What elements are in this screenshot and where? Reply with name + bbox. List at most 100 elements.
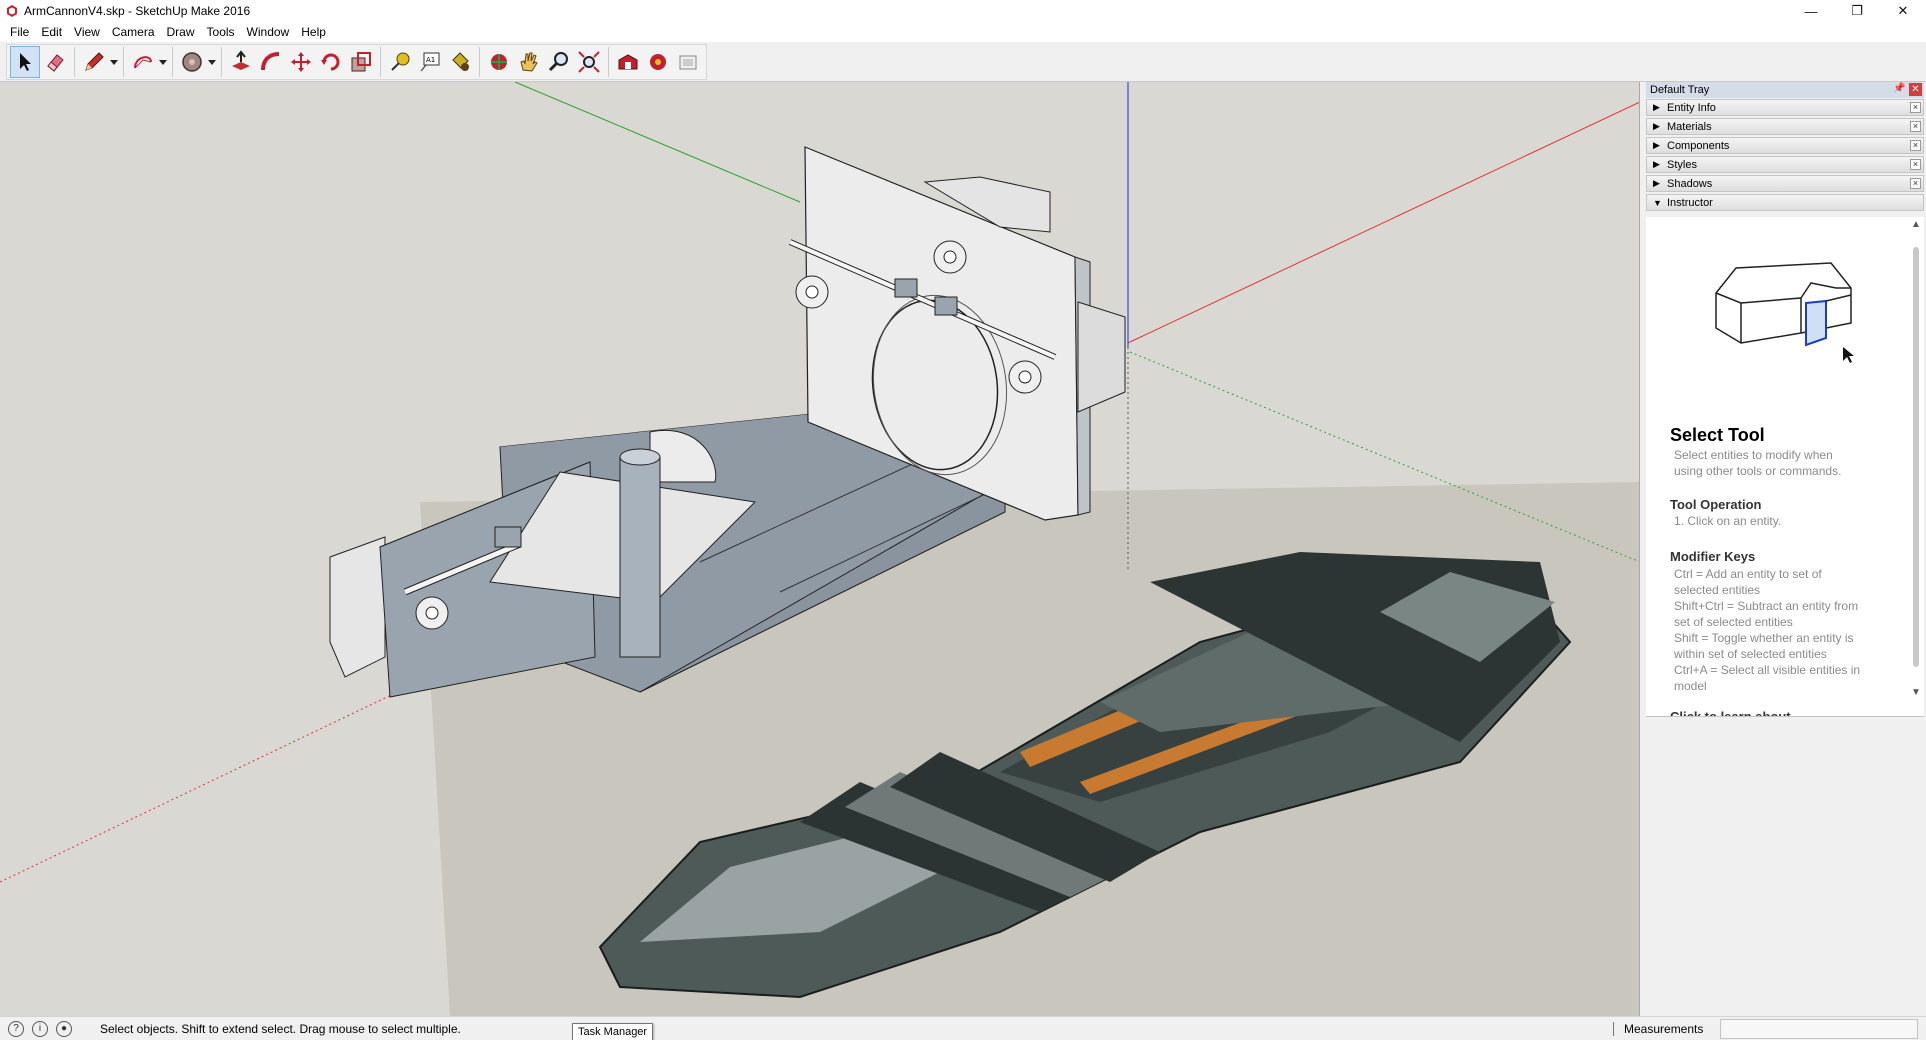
instructor-content: Select Tool Select entities to modify wh… xyxy=(1646,217,1924,717)
panel-close-icon[interactable]: × xyxy=(1910,121,1921,132)
paint-bucket-tool-button[interactable] xyxy=(445,46,475,78)
tape-measure-tool-button[interactable] xyxy=(385,46,415,78)
warehouse-tool-button[interactable] xyxy=(613,46,643,78)
line-tool-button[interactable] xyxy=(79,46,109,78)
menu-tools[interactable]: Tools xyxy=(201,22,241,42)
panel-close-icon[interactable]: × xyxy=(1910,140,1921,151)
close-button[interactable]: ✕ xyxy=(1880,0,1926,22)
instructor-scrollbar[interactable]: ▲ ▼ xyxy=(1908,217,1924,716)
rotate-tool-button[interactable] xyxy=(316,46,346,78)
panel-close-icon[interactable]: × xyxy=(1910,159,1921,170)
panel-label: Styles xyxy=(1667,158,1697,171)
zoom-extents-tool-button[interactable] xyxy=(574,46,604,78)
expand-triangle-icon: ▶ xyxy=(1653,178,1660,188)
modifier-line: Shift = Toggle whether an entity is xyxy=(1674,631,1854,645)
scene-3d xyxy=(0,82,1639,1016)
modifier-line: selected entities xyxy=(1674,583,1761,597)
pin-icon[interactable]: 📌 xyxy=(1893,83,1905,95)
getting-started-toolbar: A1 xyxy=(6,44,707,80)
push-pull-tool-button[interactable] xyxy=(226,46,256,78)
tray-close-button[interactable]: ✕ xyxy=(1909,83,1922,96)
panel-entity-info[interactable]: ▶ Entity Info × xyxy=(1646,99,1924,116)
menu-draw[interactable]: Draw xyxy=(161,22,201,42)
toolbar-separator xyxy=(74,47,75,77)
scroll-up-icon[interactable]: ▲ xyxy=(1910,219,1922,231)
expand-triangle-icon: ▶ xyxy=(1653,121,1660,131)
panel-label: Instructor xyxy=(1667,196,1713,209)
panel-shadows[interactable]: ▶ Shadows × xyxy=(1646,175,1924,192)
status-bar: ? i ● Select objects. Shift to extend se… xyxy=(0,1016,1926,1040)
toolbar-separator xyxy=(172,47,173,77)
select-tool-illustration xyxy=(1715,262,1854,363)
select-tool-button[interactable] xyxy=(10,46,40,78)
modifier-line: within set of selected entities xyxy=(1674,647,1827,661)
expand-triangle-icon: ▶ xyxy=(1653,159,1660,169)
pan-tool-button[interactable] xyxy=(514,46,544,78)
panel-styles[interactable]: ▶ Styles × xyxy=(1646,156,1924,173)
toolbar-separator xyxy=(608,47,609,77)
text-tool-button[interactable]: A1 xyxy=(415,46,445,78)
move-tool-button[interactable] xyxy=(286,46,316,78)
arc-tool-button[interactable] xyxy=(128,46,158,78)
move-icon xyxy=(291,52,311,72)
toolbar-separator xyxy=(479,47,480,77)
instructor-desc-1: Select entities to modify when xyxy=(1674,448,1833,462)
title-bar: ArmCannonV4.skp - SketchUp Make 2016 — ❐… xyxy=(0,0,1926,22)
menu-camera[interactable]: Camera xyxy=(106,22,161,42)
panel-close-icon[interactable]: × xyxy=(1910,102,1921,113)
layout-tool-button[interactable] xyxy=(673,46,703,78)
task-manager-tooltip: Task Manager xyxy=(572,1023,654,1040)
tray-header-controls: 📌 ✕ xyxy=(1893,83,1922,96)
chevron-down-icon xyxy=(110,59,118,65)
modifier-line: Ctrl = Add an entity to set of xyxy=(1674,567,1822,581)
minimize-button[interactable]: — xyxy=(1788,0,1834,22)
measurements-input[interactable] xyxy=(1720,1019,1918,1039)
credits-icon[interactable]: i xyxy=(32,1020,48,1037)
window-controls: — ❐ ✕ xyxy=(1788,0,1926,22)
geo-location-icon[interactable]: ? xyxy=(8,1020,24,1037)
panel-close-icon[interactable]: × xyxy=(1910,178,1921,189)
shapes-tool-dropdown[interactable] xyxy=(207,46,217,78)
scroll-thumb[interactable] xyxy=(1913,247,1919,667)
modifier-line: model xyxy=(1674,679,1707,693)
menu-file[interactable]: File xyxy=(4,22,35,42)
modifier-line: Ctrl+A = Select all visible entities in xyxy=(1674,663,1861,677)
window-title: ArmCannonV4.skp - SketchUp Make 2016 xyxy=(24,4,251,18)
menu-help[interactable]: Help xyxy=(295,22,332,42)
extension-warehouse-tool-button[interactable] xyxy=(643,46,673,78)
scroll-down-icon[interactable]: ▼ xyxy=(1910,687,1922,699)
panel-instructor[interactable]: ▼ Instructor xyxy=(1646,194,1924,211)
panel-label: Components xyxy=(1667,139,1730,152)
zoom-tool-button[interactable] xyxy=(544,46,574,78)
line-tool-dropdown[interactable] xyxy=(109,46,119,78)
menu-window[interactable]: Window xyxy=(241,22,296,42)
orbit-tool-button[interactable] xyxy=(484,46,514,78)
tool-operation-step-1: 1. Click on an entity. xyxy=(1674,514,1782,528)
model-viewport[interactable] xyxy=(0,82,1640,1016)
sketchup-window: ArmCannonV4.skp - SketchUp Make 2016 — ❐… xyxy=(0,0,1926,1040)
measurements-separator xyxy=(1613,1022,1614,1036)
hand-icon xyxy=(520,52,538,72)
tape-icon xyxy=(391,52,410,71)
svg-text:A1: A1 xyxy=(426,56,435,64)
extension-icon xyxy=(650,54,666,70)
tool-operation-heading: Tool Operation xyxy=(1670,497,1762,512)
panel-label: Materials xyxy=(1667,120,1712,133)
restore-button[interactable]: ❐ xyxy=(1834,0,1880,22)
menu-edit[interactable]: Edit xyxy=(35,22,68,42)
user-account-icon[interactable]: ● xyxy=(56,1020,72,1037)
panel-components[interactable]: ▶ Components × xyxy=(1646,137,1924,154)
menu-view[interactable]: View xyxy=(68,22,106,42)
panel-materials[interactable]: ▶ Materials × xyxy=(1646,118,1924,135)
scale-tool-button[interactable] xyxy=(346,46,376,78)
arc-tool-dropdown[interactable] xyxy=(158,46,168,78)
zoom-extents-icon xyxy=(578,51,600,73)
rotate-icon xyxy=(321,53,340,71)
chevron-down-icon xyxy=(208,59,216,65)
follow-me-tool-button[interactable] xyxy=(256,46,286,78)
collapse-triangle-icon: ▼ xyxy=(1653,197,1662,208)
eraser-tool-button[interactable] xyxy=(40,46,70,78)
expand-triangle-icon: ▶ xyxy=(1653,102,1660,112)
shapes-tool-button[interactable] xyxy=(177,46,207,78)
measurements-label: Measurements xyxy=(1624,1022,1704,1036)
